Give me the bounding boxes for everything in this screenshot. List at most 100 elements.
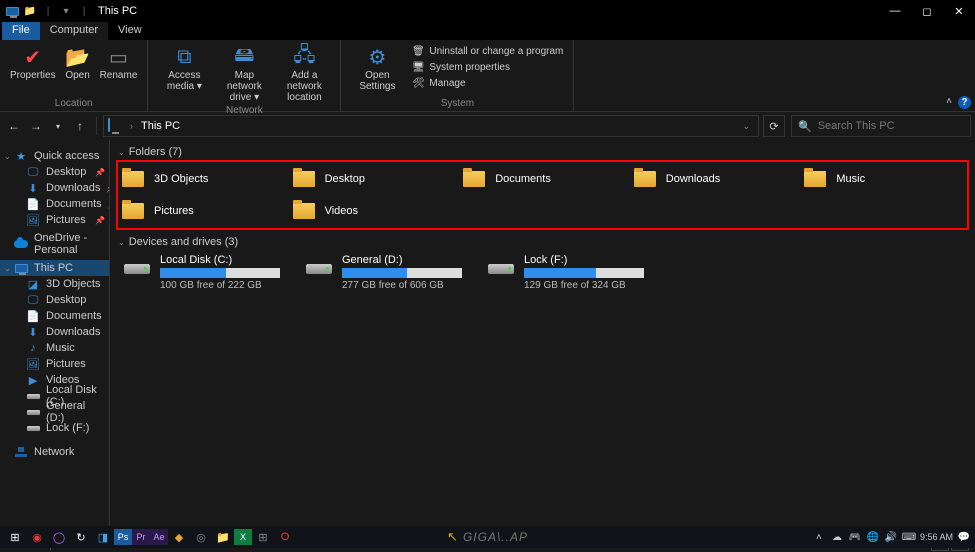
sidebar-item-this-pc[interactable]: ⌄ This PC bbox=[0, 260, 109, 276]
map-drive-button[interactable]: 🖴 Map network drive ▾ bbox=[214, 42, 274, 105]
taskbar-app[interactable]: Ps bbox=[114, 529, 132, 545]
app-icon bbox=[4, 3, 20, 19]
sidebar-item-desktop[interactable]: 🖵Desktop bbox=[0, 292, 109, 308]
chevron-down-icon[interactable]: ⌄ bbox=[4, 152, 11, 161]
section-header-folders[interactable]: ⌄ Folders (7) bbox=[110, 144, 975, 160]
open-button[interactable]: 📂 Open bbox=[60, 42, 96, 98]
ribbon-collapse-button[interactable]: ˄ bbox=[946, 96, 952, 109]
tray-volume-icon[interactable]: 🔊 bbox=[884, 532, 898, 543]
taskbar-file-explorer[interactable]: 📁 bbox=[212, 526, 234, 548]
sidebar-item-general-d[interactable]: General (D:) bbox=[0, 404, 109, 420]
sidebar-item-3d-objects[interactable]: ◪3D Objects bbox=[0, 276, 109, 292]
properties-icon: ✔ bbox=[19, 44, 47, 70]
recent-dropdown[interactable]: ▾ bbox=[48, 115, 68, 137]
tab-file[interactable]: File bbox=[2, 22, 40, 40]
address-bar[interactable]: › This PC ⌄ bbox=[103, 115, 759, 137]
taskbar-app[interactable]: ◨ bbox=[92, 526, 114, 548]
open-settings-button[interactable]: ⚙ Open Settings bbox=[347, 42, 407, 98]
rename-button[interactable]: ▭ Rename bbox=[96, 42, 142, 98]
tray-notifications-icon[interactable]: 💬 bbox=[957, 532, 971, 543]
desktop-icon: 🖵 bbox=[26, 294, 40, 306]
music-icon: ♪ bbox=[26, 342, 40, 354]
taskbar-app[interactable]: Pr bbox=[132, 529, 150, 545]
sidebar-item-documents[interactable]: 📄Documents📌 bbox=[0, 196, 109, 212]
taskbar-app[interactable]: ◉ bbox=[26, 526, 48, 548]
up-button[interactable]: ↑ bbox=[70, 115, 90, 137]
group-label: Location bbox=[6, 98, 141, 111]
search-icon: 🔍 bbox=[798, 120, 812, 133]
taskbar-app[interactable]: ↻ bbox=[70, 526, 92, 548]
desktop-icon: 🖵 bbox=[26, 166, 40, 178]
taskbar-app[interactable]: ◯ bbox=[48, 526, 70, 548]
videos-icon: ▶ bbox=[26, 374, 40, 386]
start-button[interactable]: ⊞ bbox=[4, 526, 26, 548]
qat-icon[interactable]: 📁 bbox=[22, 3, 38, 19]
sidebar-item-downloads[interactable]: ⬇Downloads📌 bbox=[0, 180, 109, 196]
folder-videos[interactable]: Videos bbox=[291, 196, 454, 226]
chevron-right-icon[interactable]: › bbox=[126, 121, 137, 131]
sidebar-item-desktop[interactable]: 🖵Desktop📌 bbox=[0, 164, 109, 180]
folder-pictures[interactable]: Pictures bbox=[120, 196, 283, 226]
add-network-location-button[interactable]: 🖧 Add a network location bbox=[274, 42, 334, 105]
tray-onedrive-icon[interactable]: ☁ bbox=[830, 532, 844, 543]
folder-music[interactable]: Music bbox=[802, 164, 965, 194]
sidebar-item-pictures[interactable]: 🖼Pictures📌 bbox=[0, 212, 109, 228]
folder-downloads[interactable]: Downloads bbox=[632, 164, 795, 194]
downloads-icon: ⬇ bbox=[26, 182, 40, 194]
sidebar-item-onedrive[interactable]: OneDrive - Personal bbox=[0, 236, 109, 252]
tray-controller-icon[interactable]: 🎮 bbox=[848, 532, 862, 543]
taskbar-app[interactable]: ◎ bbox=[190, 526, 212, 548]
folder-desktop[interactable]: Desktop bbox=[291, 164, 454, 194]
taskbar-app[interactable]: X bbox=[234, 529, 252, 545]
system-properties-button[interactable]: 🖥System properties bbox=[411, 60, 563, 74]
qat-dropdown-icon[interactable]: ▾ bbox=[58, 3, 74, 19]
taskbar-app[interactable]: Ae bbox=[150, 529, 168, 545]
minimize-button[interactable]: — bbox=[879, 0, 911, 22]
taskbar-app[interactable]: O bbox=[274, 526, 296, 548]
forward-button[interactable]: → bbox=[26, 115, 46, 137]
system-tray: ˄ ☁ 🎮 🌐 🔊 ⌨ 9:56 AM 💬 bbox=[812, 532, 971, 543]
breadcrumb-root[interactable]: This PC bbox=[141, 120, 180, 132]
sidebar-item-documents[interactable]: 📄Documents bbox=[0, 308, 109, 324]
sidebar-item-network[interactable]: Network bbox=[0, 444, 109, 460]
sidebar-item-music[interactable]: ♪Music bbox=[0, 340, 109, 356]
sidebar-item-quick-access[interactable]: ⌄ ★ Quick access bbox=[0, 148, 109, 164]
drive-lock-f[interactable]: Lock (F:) 129 GB free of 324 GB bbox=[486, 254, 656, 291]
drive-icon bbox=[26, 390, 40, 402]
documents-icon: 📄 bbox=[26, 310, 40, 322]
taskbar-app[interactable]: ◆ bbox=[168, 526, 190, 548]
group-label: System bbox=[347, 98, 567, 111]
access-media-button[interactable]: ⧉ Access media ▾ bbox=[154, 42, 214, 105]
tray-network-icon[interactable]: 🌐 bbox=[866, 532, 880, 543]
tray-language-icon[interactable]: ⌨ bbox=[902, 532, 916, 543]
downloads-icon: ⬇ bbox=[26, 326, 40, 338]
tray-chevron-icon[interactable]: ˄ bbox=[812, 532, 826, 543]
manage-button[interactable]: 🛠Manage bbox=[411, 76, 563, 90]
tray-clock[interactable]: 9:56 AM bbox=[920, 533, 953, 542]
folder-icon bbox=[120, 198, 146, 224]
sidebar-item-pictures[interactable]: 🖼Pictures bbox=[0, 356, 109, 372]
sidebar-item-lock-f[interactable]: Lock (F:) bbox=[0, 420, 109, 436]
tab-computer[interactable]: Computer bbox=[40, 22, 108, 40]
maximize-button[interactable]: ◻ bbox=[911, 0, 943, 22]
sidebar-item-downloads[interactable]: ⬇Downloads bbox=[0, 324, 109, 340]
properties-button[interactable]: ✔ Properties bbox=[6, 42, 60, 98]
back-button[interactable]: ← bbox=[4, 115, 24, 137]
help-button[interactable]: ? bbox=[958, 96, 971, 109]
folder-3d-objects[interactable]: 3D Objects bbox=[120, 164, 283, 194]
drive-general-d[interactable]: General (D:) 277 GB free of 606 GB bbox=[304, 254, 474, 291]
chevron-down-icon[interactable]: ⌄ bbox=[4, 264, 11, 273]
close-button[interactable]: ✕ bbox=[943, 0, 975, 22]
uninstall-button[interactable]: 🗑Uninstall or change a program bbox=[411, 44, 563, 58]
content-pane: ⌄ Folders (7) 3D Objects Desktop Documen… bbox=[110, 140, 975, 534]
refresh-button[interactable]: ⟳ bbox=[763, 115, 785, 137]
search-input[interactable]: 🔍 Search This PC bbox=[791, 115, 971, 137]
section-header-drives[interactable]: ⌄ Devices and drives (3) bbox=[110, 234, 975, 250]
ribbon-group-network: ⧉ Access media ▾ 🖴 Map network drive ▾ 🖧… bbox=[148, 40, 341, 111]
address-dropdown-icon[interactable]: ⌄ bbox=[742, 121, 754, 132]
taskbar-app[interactable]: ⊞ bbox=[252, 526, 274, 548]
tab-view[interactable]: View bbox=[108, 22, 152, 40]
ribbon: ✔ Properties 📂 Open ▭ Rename Location ⧉ … bbox=[0, 40, 975, 112]
drive-local-c[interactable]: Local Disk (C:) 100 GB free of 222 GB bbox=[122, 254, 292, 291]
folder-documents[interactable]: Documents bbox=[461, 164, 624, 194]
